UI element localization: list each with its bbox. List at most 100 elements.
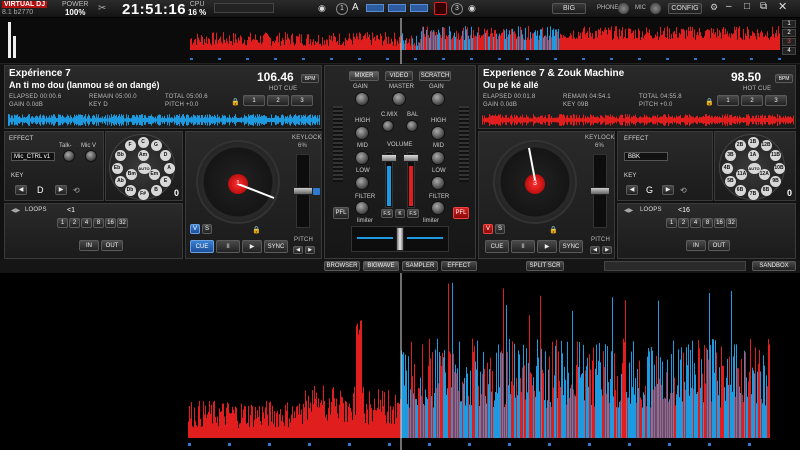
key-wheel-item[interactable]: 6B: [734, 185, 746, 197]
tab-scratch[interactable]: SCRATCH: [419, 71, 451, 81]
bal-knob[interactable]: [406, 120, 418, 132]
deck-select-4[interactable]: 4: [782, 47, 796, 55]
config-button[interactable]: CONFIG: [668, 3, 702, 14]
left-high-knob[interactable]: [355, 126, 369, 140]
key-wheel-item[interactable]: 10B: [773, 162, 785, 174]
left-volume-fader[interactable]: [381, 154, 397, 162]
eye-icon[interactable]: ◉: [318, 3, 326, 14]
left-pitch-down[interactable]: ◀: [293, 246, 303, 254]
loop-size-button[interactable]: 32: [726, 218, 737, 228]
right-hot-cue-2[interactable]: 2: [741, 95, 763, 106]
restore-icon[interactable]: ⧉: [760, 1, 767, 12]
right-lock-icon[interactable]: 🔒: [705, 98, 714, 106]
left-hot-cue-1[interactable]: 1: [243, 95, 265, 106]
key-wheel-item[interactable]: C: [137, 136, 149, 148]
loop-size-button[interactable]: 8: [702, 218, 713, 228]
audio-config-icon[interactable]: ⚙: [710, 2, 718, 13]
left-sync-button[interactable]: SYNC: [264, 240, 288, 253]
big-button[interactable]: BIG: [552, 3, 586, 14]
mic-knob[interactable]: [650, 3, 661, 14]
right-effect-select[interactable]: BBK: [624, 152, 668, 161]
tab-sampler[interactable]: SAMPLER: [402, 261, 438, 271]
close-icon[interactable]: ✕: [778, 0, 787, 13]
key-wheel-item[interactable]: 3B: [724, 149, 736, 161]
loop-size-button[interactable]: 4: [690, 218, 701, 228]
master-knob[interactable]: [392, 92, 406, 106]
overview-waveform[interactable]: 1 2 3 4: [0, 18, 800, 64]
right-v-button[interactable]: V: [483, 224, 493, 234]
right-key-down[interactable]: ◀: [626, 185, 638, 195]
left-cue-button[interactable]: CUE: [190, 240, 214, 253]
right-pause-button[interactable]: II: [511, 240, 535, 253]
key-wheel-item[interactable]: AUTO: [137, 162, 151, 174]
left-micv-knob[interactable]: [85, 150, 97, 162]
loop-size-button[interactable]: 8: [93, 218, 104, 228]
left-effect-select[interactable]: Mic_CTRL v1: [11, 152, 55, 161]
key-wheel-item[interactable]: F#: [137, 188, 149, 200]
loop-size-button[interactable]: 1: [57, 218, 68, 228]
right-sync-button[interactable]: SYNC: [559, 240, 583, 253]
right-mid-knob[interactable]: [431, 151, 445, 165]
left-s-button[interactable]: S: [202, 224, 212, 234]
right-deck-waveform[interactable]: [482, 113, 794, 127]
right-high-knob[interactable]: [431, 126, 445, 140]
tab-browser[interactable]: BROWSER: [324, 261, 360, 271]
right-hot-cue-1[interactable]: 1: [717, 95, 739, 106]
key-wheel-item[interactable]: B: [150, 185, 162, 197]
left-v-button[interactable]: V: [190, 224, 200, 234]
deck-select-2[interactable]: 2: [782, 29, 796, 37]
key-wheel-item[interactable]: Eb: [111, 162, 123, 174]
deck-select-3[interactable]: 3: [782, 38, 796, 46]
right-play-button[interactable]: ▶: [537, 240, 557, 253]
right-pitch-up[interactable]: ▶: [602, 246, 612, 254]
right-key-reset-icon[interactable]: ⟲: [680, 186, 687, 195]
tab-effect[interactable]: EFFECT: [441, 261, 477, 271]
left-key-reset-icon[interactable]: ⟲: [73, 186, 80, 195]
deck-1-button[interactable]: 1: [336, 3, 348, 15]
tab-mixer[interactable]: MIXER: [349, 71, 379, 81]
split-screen-button[interactable]: SPLIT SCR: [526, 261, 564, 271]
left-pfl-button[interactable]: PFL: [333, 207, 349, 219]
left-key-up[interactable]: ▶: [55, 185, 67, 195]
left-lock-icon[interactable]: 🔒: [231, 98, 240, 106]
key-wheel-item[interactable]: 1A: [747, 149, 759, 161]
left-low-knob[interactable]: [355, 176, 369, 190]
left-deck-waveform[interactable]: [8, 113, 320, 127]
left-fs-button[interactable]: F.S: [381, 209, 393, 218]
loop-size-button[interactable]: 4: [81, 218, 92, 228]
loop-size-button[interactable]: 16: [105, 218, 116, 228]
left-loop-shift-icon[interactable]: ◀▶: [11, 207, 20, 214]
left-mid-knob[interactable]: [355, 151, 369, 165]
deck-select-1[interactable]: 1: [782, 20, 796, 28]
right-pitch-handle[interactable]: [590, 187, 610, 195]
key-wheel-item[interactable]: 7B: [747, 188, 759, 200]
right-pfl-button[interactable]: PFL: [453, 207, 469, 219]
key-wheel-item[interactable]: 11A: [736, 169, 748, 180]
crossfader-handle[interactable]: [396, 227, 404, 251]
right-loop-shift-icon[interactable]: ◀▶: [624, 207, 633, 214]
right-tempo-lock-icon[interactable]: 🔒: [549, 226, 558, 234]
left-pitch-up[interactable]: ▶: [305, 246, 315, 254]
key-wheel-item[interactable]: E: [160, 175, 172, 187]
tab-video[interactable]: VIDEO: [385, 71, 413, 81]
key-wheel-item[interactable]: 9B: [770, 175, 782, 187]
right-gain-knob[interactable]: [431, 92, 445, 106]
loop-size-button[interactable]: 2: [69, 218, 80, 228]
key-wheel-item[interactable]: Bb: [114, 149, 126, 161]
key-wheel-item[interactable]: 11B: [770, 149, 782, 161]
loop-size-button[interactable]: 32: [117, 218, 128, 228]
left-play-button[interactable]: ▶: [242, 240, 262, 253]
key-wheel-item[interactable]: A: [163, 162, 175, 174]
phone-knob[interactable]: [618, 3, 629, 14]
left-bpm-button[interactable]: BPM: [301, 74, 319, 83]
key-wheel-item[interactable]: D: [160, 149, 172, 161]
right-key-wheel[interactable]: 1B 12B 11B 10B 9B 8B 7B 6B 5B 4B 3B 2B 1A 12A 11A AUTO: [719, 134, 785, 200]
key-wheel-item[interactable]: F: [124, 139, 136, 151]
left-loop-in[interactable]: IN: [79, 240, 99, 251]
key-wheel-item[interactable]: G: [150, 139, 162, 151]
right-filter-knob[interactable]: [431, 201, 445, 215]
left-key-wheel[interactable]: C G D A E B F# Db Ab Eb Bb F Am Em Bm AUTO: [109, 134, 175, 200]
cmix-knob[interactable]: [382, 120, 394, 132]
right-low-knob[interactable]: [431, 176, 445, 190]
key-wheel-item[interactable]: 8B: [760, 185, 772, 197]
